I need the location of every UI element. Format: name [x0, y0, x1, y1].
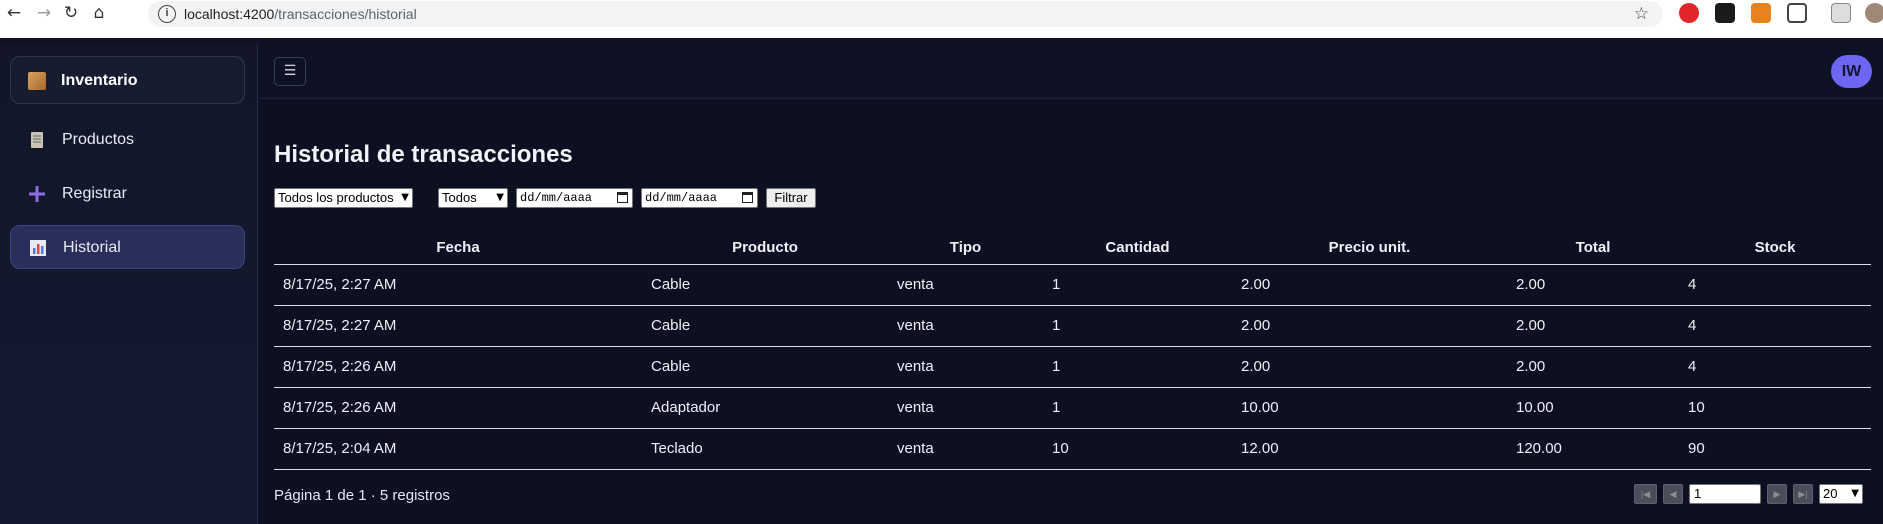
column-header-cantidad[interactable]: Cantidad: [1043, 232, 1232, 265]
cell-total: 2.00: [1507, 305, 1679, 347]
sidebar-item-historial[interactable]: Historial: [10, 225, 245, 269]
page-title: Historial de transacciones: [274, 141, 573, 168]
page-size-select[interactable]: 20 ▼: [1819, 484, 1863, 504]
table-row: 8/17/25, 2:27 AM Cable venta 1 2.00 2.00…: [274, 305, 1871, 347]
calendar-icon[interactable]: [742, 192, 753, 203]
column-header-tipo[interactable]: Tipo: [888, 232, 1043, 265]
cell-tipo: venta: [888, 387, 1043, 429]
cell-total: 2.00: [1507, 346, 1679, 388]
table-header-row: Fecha Producto Tipo Cantidad Precio unit…: [274, 232, 1871, 265]
home-icon[interactable]: ⌂: [89, 3, 109, 23]
sidebar: Inventario Productos Registrar Historial: [0, 44, 258, 524]
date-to-input[interactable]: dd/mm/aaaa: [641, 188, 758, 208]
bookmark-star-icon[interactable]: ☆: [1634, 4, 1649, 24]
cell-precio: 2.00: [1232, 346, 1507, 388]
cell-total: 2.00: [1507, 264, 1679, 306]
last-page-button[interactable]: ▶|: [1793, 484, 1813, 504]
reload-icon[interactable]: ↻: [61, 3, 81, 23]
cell-tipo: venta: [888, 264, 1043, 306]
cell-cantidad: 1: [1043, 305, 1232, 347]
bar-chart-icon: [30, 240, 46, 256]
transactions-table: Fecha Producto Tipo Cantidad Precio unit…: [274, 232, 1871, 470]
cell-fecha: 8/17/25, 2:26 AM: [274, 346, 642, 388]
chevron-down-icon: ▼: [401, 192, 409, 203]
cell-stock: 10: [1679, 387, 1871, 429]
main-content: ☰ IW Historial de transacciones Todos lo…: [259, 44, 1883, 524]
column-header-fecha[interactable]: Fecha: [274, 232, 642, 265]
pagination-summary: Página 1 de 1 · 5 registros: [274, 487, 450, 504]
cell-producto: Adaptador: [642, 387, 888, 429]
sidebar-item-registrar[interactable]: Registrar: [10, 172, 245, 216]
url-text[interactable]: localhost:4200/transacciones/historial: [184, 6, 417, 22]
cell-producto: Cable: [642, 264, 888, 306]
extensions-puzzle-icon[interactable]: [1787, 3, 1807, 23]
cell-precio: 2.00: [1232, 264, 1507, 306]
table-row: 8/17/25, 2:04 AM Teclado venta 10 12.00 …: [274, 428, 1871, 470]
cell-tipo: venta: [888, 428, 1043, 470]
cell-stock: 90: [1679, 428, 1871, 470]
opera-extension-icon[interactable]: [1679, 3, 1699, 23]
cell-fecha: 8/17/25, 2:27 AM: [274, 264, 642, 306]
table-row: 8/17/25, 2:26 AM Cable venta 1 2.00 2.00…: [274, 346, 1871, 388]
first-page-button[interactable]: |◀: [1634, 484, 1657, 504]
date-from-input[interactable]: dd/mm/aaaa: [516, 188, 633, 208]
cell-precio: 10.00: [1232, 387, 1507, 429]
cell-cantidad: 1: [1043, 346, 1232, 388]
cell-cantidad: 1: [1043, 264, 1232, 306]
product-select[interactable]: Todos los productos ▼: [274, 188, 413, 208]
top-bar: ☰ IW: [259, 44, 1883, 99]
brand-label: Inventario: [61, 72, 138, 89]
calendar-icon[interactable]: [617, 192, 628, 203]
cell-fecha: 8/17/25, 2:26 AM: [274, 387, 642, 429]
plus-icon: [29, 186, 45, 202]
column-header-precio[interactable]: Precio unit.: [1232, 232, 1507, 265]
prev-page-button[interactable]: ◀: [1663, 484, 1683, 504]
cell-producto: Cable: [642, 305, 888, 347]
table-row: 8/17/25, 2:26 AM Adaptador venta 1 10.00…: [274, 387, 1871, 429]
cell-fecha: 8/17/25, 2:04 AM: [274, 428, 642, 470]
cell-cantidad: 1: [1043, 387, 1232, 429]
chevron-down-icon: ▼: [1851, 488, 1859, 499]
formula-extension-icon[interactable]: [1715, 3, 1735, 23]
cell-tipo: venta: [888, 305, 1043, 347]
type-select[interactable]: Todos ▼: [438, 188, 508, 208]
sidebar-item-label: Historial: [63, 239, 121, 256]
back-icon[interactable]: ←: [4, 3, 24, 23]
metamask-extension-icon[interactable]: [1751, 3, 1771, 23]
brand-header[interactable]: Inventario: [10, 56, 245, 104]
sidebar-item-label: Productos: [62, 131, 135, 148]
cell-precio: 12.00: [1232, 428, 1507, 470]
cell-fecha: 8/17/25, 2:27 AM: [274, 305, 642, 347]
document-icon: [31, 132, 43, 148]
avatar[interactable]: IW: [1831, 55, 1872, 88]
sidebar-panel-icon[interactable]: [1831, 3, 1851, 23]
package-icon: [28, 72, 46, 90]
profile-avatar-icon[interactable]: [1865, 3, 1883, 23]
cell-total: 10.00: [1507, 387, 1679, 429]
forward-icon[interactable]: →: [34, 3, 54, 23]
cell-stock: 4: [1679, 346, 1871, 388]
chevron-down-icon: ▼: [496, 192, 504, 203]
table-row: 8/17/25, 2:27 AM Cable venta 1 2.00 2.00…: [274, 264, 1871, 306]
address-bar[interactable]: i localhost:4200/transacciones/historial…: [148, 1, 1663, 27]
sidebar-item-productos[interactable]: Productos: [10, 118, 245, 162]
cell-tipo: venta: [888, 346, 1043, 388]
browser-toolbar: ← → ↻ ⌂ i localhost:4200/transacciones/h…: [0, 0, 1883, 38]
next-page-button[interactable]: ▶: [1767, 484, 1787, 504]
cell-total: 120.00: [1507, 428, 1679, 470]
column-header-producto[interactable]: Producto: [642, 232, 888, 265]
site-info-icon[interactable]: i: [158, 5, 176, 23]
column-header-stock[interactable]: Stock: [1679, 232, 1871, 265]
cell-stock: 4: [1679, 264, 1871, 306]
cell-stock: 4: [1679, 305, 1871, 347]
page-number-input[interactable]: 1: [1689, 484, 1761, 504]
cell-cantidad: 10: [1043, 428, 1232, 470]
cell-precio: 2.00: [1232, 305, 1507, 347]
cell-producto: Cable: [642, 346, 888, 388]
column-header-total[interactable]: Total: [1507, 232, 1679, 265]
menu-toggle-button[interactable]: ☰: [274, 57, 306, 86]
filter-button[interactable]: Filtrar: [766, 188, 816, 208]
sidebar-item-label: Registrar: [62, 185, 127, 202]
cell-producto: Teclado: [642, 428, 888, 470]
